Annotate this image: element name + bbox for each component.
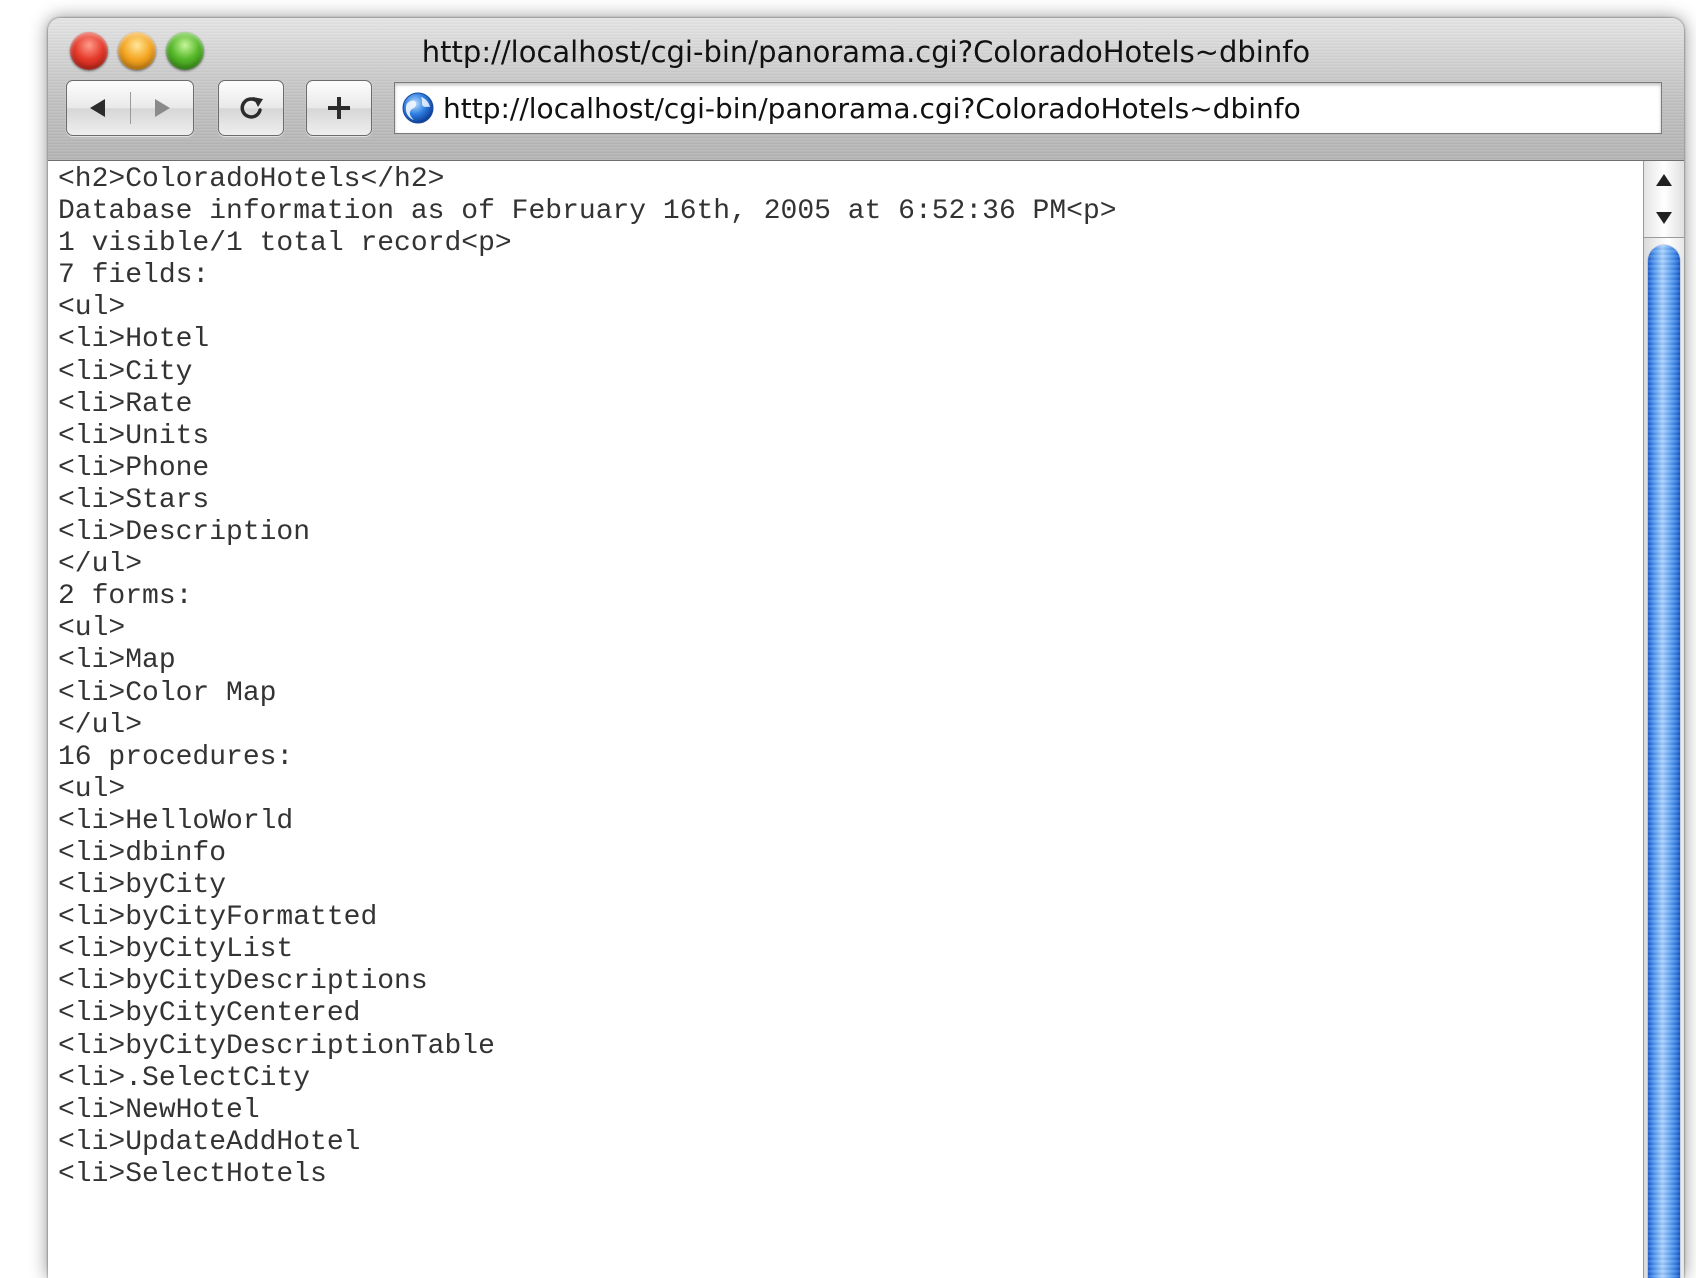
browser-window: http://localhost/cgi-bin/panorama.cgi?Co… xyxy=(48,18,1684,1278)
source-line: <li>City xyxy=(58,356,193,388)
source-line: <li>Phone xyxy=(58,452,210,484)
page-source-text: <h2>ColoradoHotels</h2> Database informat… xyxy=(48,161,1670,1191)
scroll-up-button[interactable] xyxy=(1644,161,1684,200)
source-line: <li>byCityDescriptionTable xyxy=(58,1030,495,1062)
source-line: <li>HelloWorld xyxy=(58,805,294,837)
forward-arrow-icon xyxy=(154,99,170,117)
scroll-down-button[interactable] xyxy=(1644,199,1684,238)
source-line: <li>Color Map xyxy=(58,677,277,709)
minimize-window-button[interactable] xyxy=(118,32,156,70)
source-line: <li>dbinfo xyxy=(58,837,227,869)
up-arrow-icon xyxy=(1656,174,1672,186)
source-line: <li>byCityList xyxy=(58,934,294,966)
back-arrow-icon xyxy=(90,99,106,117)
source-line: <li>Description xyxy=(58,517,311,549)
source-line: <li>byCityCentered xyxy=(58,998,361,1030)
source-line: <li>Map xyxy=(58,645,176,677)
title-bar: http://localhost/cgi-bin/panorama.cgi?Co… xyxy=(48,18,1684,161)
source-line: <li>Hotel xyxy=(58,324,210,356)
close-window-button[interactable] xyxy=(70,32,108,70)
vertical-scrollbar[interactable] xyxy=(1643,161,1684,1278)
plus-icon xyxy=(328,97,350,119)
source-line: 2 forms: xyxy=(58,581,193,613)
source-line: <li>NewHotel xyxy=(58,1094,260,1126)
address-bar[interactable]: http://localhost/cgi-bin/panorama.cgi?Co… xyxy=(394,82,1662,134)
window-title: http://localhost/cgi-bin/panorama.cgi?Co… xyxy=(421,35,1311,69)
source-line: <ul> xyxy=(58,292,126,324)
back-forward-button-group xyxy=(66,80,194,136)
source-line: <li>Rate xyxy=(58,388,193,420)
reload-button[interactable] xyxy=(218,80,284,136)
source-line: <li>UpdateAddHotel xyxy=(58,1126,361,1158)
source-line: <h2>ColoradoHotels</h2> xyxy=(58,164,445,195)
forward-button[interactable] xyxy=(130,81,193,135)
source-line: </ul> xyxy=(58,709,143,741)
source-line: <li>.SelectCity xyxy=(58,1062,311,1094)
back-button[interactable] xyxy=(67,81,130,135)
source-line: <li>Units xyxy=(58,420,210,452)
add-bookmark-button[interactable] xyxy=(306,80,372,136)
zoom-window-button[interactable] xyxy=(166,32,204,70)
source-line: <li>byCityFormatted xyxy=(58,902,378,934)
down-arrow-icon xyxy=(1656,212,1672,224)
source-line: <ul> xyxy=(58,773,126,805)
scroll-thumb[interactable] xyxy=(1648,245,1680,1278)
reload-icon xyxy=(240,97,263,119)
source-line: 7 fields: xyxy=(58,260,210,292)
source-line: 16 procedures: xyxy=(58,741,294,773)
source-line: Database information as of February 16th… xyxy=(58,196,1117,228)
url-text[interactable]: http://localhost/cgi-bin/panorama.cgi?Co… xyxy=(443,92,1301,125)
source-line: <li>SelectHotels xyxy=(58,1158,327,1190)
source-line: <li>Stars xyxy=(58,484,210,516)
source-line: </ul> xyxy=(58,549,143,581)
source-line: 1 visible/1 total record<p> xyxy=(58,228,512,260)
page-content: <h2>ColoradoHotels</h2> Database informat… xyxy=(48,161,1671,1278)
globe-icon xyxy=(402,92,434,124)
source-line: <li>byCityDescriptions xyxy=(58,966,428,998)
source-line: <ul> xyxy=(58,613,126,645)
source-line: <li>byCity xyxy=(58,870,227,902)
